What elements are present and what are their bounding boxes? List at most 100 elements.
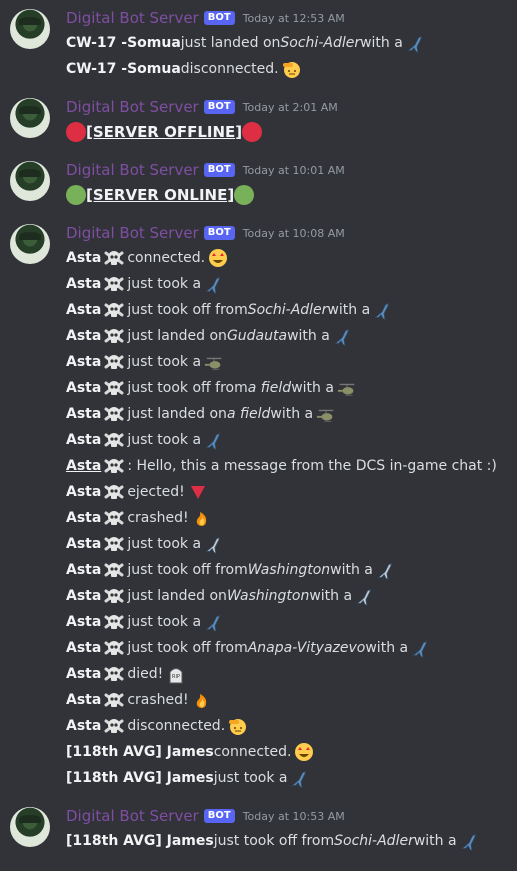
place-name: Washington <box>247 562 331 578</box>
event-tail: with a <box>291 380 334 396</box>
event-text: just took off from <box>213 833 335 849</box>
player-name: CW-17 -Somua <box>66 35 181 51</box>
fire-icon <box>192 690 212 710</box>
event-text: ejected! <box>127 484 185 500</box>
skull <box>104 378 124 398</box>
event-text: disconnected. <box>180 61 279 77</box>
message-feed: Digital Bot Server BOT Today at 12:53 AM CW… <box>0 6 517 871</box>
server-name[interactable]: Digital Bot Server <box>66 98 199 116</box>
message-line: CW-17 -Somua just landed on Sochi-Adler … <box>66 30 517 56</box>
server-name[interactable]: Digital Bot Server <box>66 9 199 27</box>
jet-icon <box>204 274 224 294</box>
message-line: Asta just took a <box>66 349 517 375</box>
server-name[interactable]: Digital Bot Server <box>66 807 199 825</box>
message-header: Digital Bot Server BOT Today at 12:53 AM <box>66 6 517 30</box>
saluting-face-icon <box>228 716 248 736</box>
message-group: Digital Bot Server BOT Today at 10:08 AM As… <box>0 221 517 791</box>
message-header: Digital Bot Server BOT Today at 10:08 AM <box>66 221 517 245</box>
player-name: [118th AVG] James <box>66 833 214 849</box>
bot-avatar[interactable] <box>10 807 50 847</box>
status-dot-icon <box>242 122 263 142</box>
skull <box>104 560 124 580</box>
skull <box>104 664 124 684</box>
server-status[interactable]: [SERVER OFFLINE] <box>86 123 242 141</box>
fire-icon <box>192 508 212 528</box>
place-name: a field <box>226 406 271 422</box>
svg-text:RIP: RIP <box>172 674 180 680</box>
player-name: Asta <box>66 692 102 708</box>
bot-badge: BOT <box>203 226 235 240</box>
bot-avatar[interactable] <box>10 98 50 138</box>
saluting-face-icon <box>282 59 302 79</box>
message-line: Asta crashed! <box>66 687 517 713</box>
skull <box>104 586 124 606</box>
player-name: CW-17 -Somua <box>66 61 181 77</box>
message-group: Digital Bot Server BOT Today at 12:53 AM CW… <box>0 6 517 82</box>
event-text: just took off from <box>127 380 248 396</box>
event-text: just took off from <box>127 640 248 656</box>
bot-badge: BOT <box>203 11 235 25</box>
star-struck-icon <box>294 742 314 762</box>
status-dot-icon <box>66 185 86 205</box>
event-tail: with a <box>327 302 371 318</box>
player-name: Asta <box>66 510 102 526</box>
skull <box>104 456 124 476</box>
bot-badge: BOT <box>203 100 235 114</box>
player-name: Asta <box>66 666 102 682</box>
player-name: Asta <box>66 588 102 604</box>
player-name: Asta <box>66 458 102 474</box>
jet-gray-icon <box>355 586 375 606</box>
player-name: Asta <box>66 302 102 318</box>
warplane-icon <box>411 638 431 658</box>
status-dot-icon <box>234 185 255 205</box>
skull <box>104 534 124 554</box>
message-header: Digital Bot Server BOT Today at 10:53 AM <box>66 804 517 828</box>
helicopter-icon <box>337 378 357 398</box>
event-text: connected. <box>127 250 206 266</box>
player-name: Asta <box>66 406 102 422</box>
skull <box>104 508 124 528</box>
message-timestamp: Today at 10:01 AM <box>242 163 345 177</box>
player-name: Asta <box>66 354 102 370</box>
red-triangle-icon <box>188 482 208 502</box>
message-line: Asta just took a <box>66 427 517 453</box>
bot-avatar[interactable] <box>10 224 50 264</box>
message-line: [118th AVG] James connected. <box>66 739 517 765</box>
star-struck-icon <box>208 248 228 268</box>
skull <box>104 430 124 450</box>
message-line: [118th AVG] James just took off from Soc… <box>66 828 517 854</box>
event-text: connected. <box>213 744 292 760</box>
message-line: Asta just took a <box>66 609 517 635</box>
player-name: Asta <box>66 328 102 344</box>
message-group: Digital Bot Server BOT Today at 2:01 AM [SE… <box>0 95 517 145</box>
skull <box>104 274 124 294</box>
event-text: just took a <box>127 536 202 552</box>
bot-badge: BOT <box>203 163 235 177</box>
helicopter-icon <box>316 404 336 424</box>
place-name: Sochi-Adler <box>334 833 414 849</box>
event-tail: with a <box>330 562 373 578</box>
server-status[interactable]: [SERVER ONLINE] <box>86 186 234 204</box>
bot-badge: BOT <box>203 809 235 823</box>
message-timestamp: Today at 10:08 AM <box>242 226 345 240</box>
event-tail: with a <box>309 588 353 604</box>
event-text: just took a <box>127 432 202 448</box>
jet-gray-icon <box>204 534 224 554</box>
bot-avatar[interactable] <box>10 161 50 201</box>
place-name: Anapa-Vityazevo <box>247 640 366 656</box>
place-name: Sochi-Adler <box>247 302 328 318</box>
player-name: [118th AVG] James <box>66 770 214 786</box>
jet-icon <box>460 831 480 851</box>
server-name[interactable]: Digital Bot Server <box>66 161 199 179</box>
skull <box>104 300 124 320</box>
message-line: Asta just took off from Anapa-Vityazevo … <box>66 635 517 661</box>
event-text: just took off from <box>127 302 248 318</box>
event-tail: with a <box>413 833 457 849</box>
event-text: just landed on <box>127 328 227 344</box>
player-name: Asta <box>66 562 102 578</box>
event-text: just took off from <box>127 562 248 578</box>
message-line: Asta just landed on Washington with a <box>66 583 517 609</box>
bot-avatar[interactable] <box>10 9 50 49</box>
server-name[interactable]: Digital Bot Server <box>66 224 199 242</box>
warplane-icon <box>204 612 224 632</box>
